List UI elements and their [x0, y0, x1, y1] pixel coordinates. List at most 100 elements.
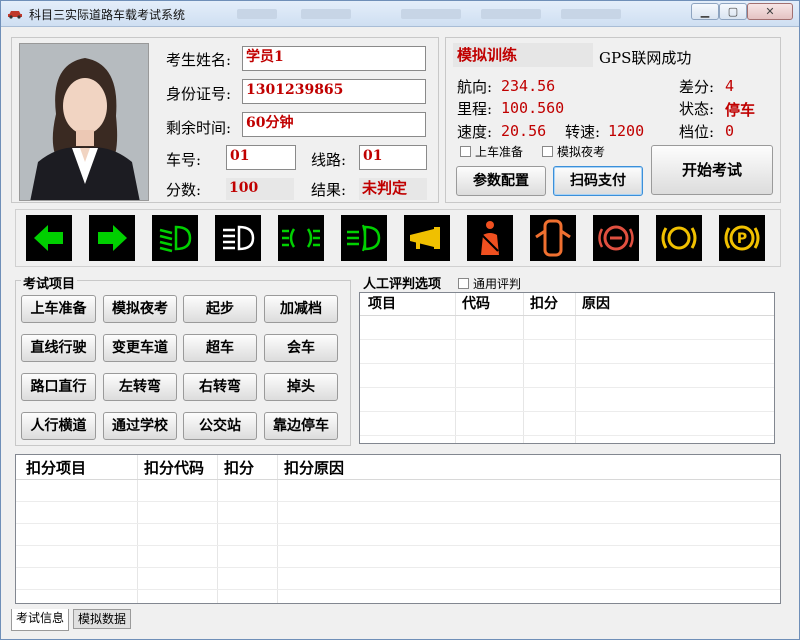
- row-divider: [16, 523, 780, 524]
- checkbox-box[interactable]: [542, 146, 553, 157]
- route-label: 线路:: [311, 151, 347, 169]
- mileage-label: 里程:: [457, 100, 493, 118]
- maximize-button[interactable]: ▢: [719, 3, 747, 20]
- name-label: 考生姓名:: [166, 51, 232, 69]
- car-number-label: 车号:: [166, 151, 202, 169]
- gps-status: GPS联网成功: [599, 49, 692, 67]
- brake-system-icon: [656, 215, 702, 261]
- title-ghost: [237, 9, 277, 19]
- column-divider: [217, 455, 218, 603]
- exam-item-button[interactable]: 起步: [183, 295, 257, 323]
- low-beam-icon: [152, 215, 198, 261]
- result-label: 结果:: [311, 181, 347, 199]
- rpm-value: 1200: [608, 122, 645, 140]
- tab-simulation-data[interactable]: 模拟数据: [73, 609, 132, 629]
- id-label: 身份证号:: [166, 85, 232, 103]
- general-judge-checkbox[interactable]: 通用评判: [458, 275, 521, 292]
- manual-judge-list[interactable]: 项目 代码 扣分 原因: [359, 292, 775, 444]
- parking-brake-icon: P: [719, 215, 765, 261]
- exam-item-button[interactable]: 加减档: [264, 295, 338, 323]
- exam-item-button[interactable]: 直线行驶: [21, 334, 96, 362]
- car-number-field[interactable]: 01: [226, 145, 296, 170]
- checkbox-box[interactable]: [458, 278, 469, 289]
- exam-item-button[interactable]: 左转弯: [103, 373, 177, 401]
- remaining-time-field[interactable]: 60分钟: [242, 112, 426, 137]
- seatbelt-icon: [467, 215, 513, 261]
- gear-value: 0: [725, 122, 735, 140]
- exam-item-button[interactable]: 模拟夜考: [103, 295, 177, 323]
- night-sim-checkbox[interactable]: 模拟夜考: [542, 143, 605, 160]
- heading-label: 航向:: [457, 78, 493, 96]
- route-field[interactable]: 01: [359, 145, 427, 170]
- right-turn-signal-icon: [89, 215, 135, 261]
- row-divider: [360, 435, 774, 436]
- exam-item-button[interactable]: 右转弯: [183, 373, 257, 401]
- exam-item-button[interactable]: 路口直行: [21, 373, 96, 401]
- pay-button[interactable]: 扫码支付: [553, 166, 643, 196]
- exam-item-button[interactable]: 超车: [183, 334, 257, 362]
- column-header[interactable]: 扣分: [526, 293, 558, 315]
- row-divider: [16, 545, 780, 546]
- column-header[interactable]: 原因: [578, 293, 610, 315]
- fog-light-icon: [341, 215, 387, 261]
- exam-item-button[interactable]: 会车: [264, 334, 338, 362]
- car-icon: [8, 11, 22, 19]
- minimize-icon: ▁: [700, 5, 710, 18]
- header-divider: [360, 315, 774, 316]
- result-value: 未判定: [359, 178, 427, 200]
- exam-item-button[interactable]: 靠边停车: [264, 412, 338, 440]
- row-divider: [360, 411, 774, 412]
- general-judge-checkbox-label: 通用评判: [473, 277, 522, 291]
- speed-label: 速度:: [457, 123, 493, 141]
- exam-items-label: 考试项目: [21, 273, 78, 292]
- exam-item-button[interactable]: 公交站: [183, 412, 257, 440]
- high-beam-icon: [215, 215, 261, 261]
- config-button[interactable]: 参数配置: [456, 166, 546, 196]
- exam-item-button[interactable]: 人行横道: [21, 412, 96, 440]
- exam-item-button[interactable]: 掉头: [264, 373, 338, 401]
- title-bar: 科目三实际道路车载考试系统 ▁ ▢ ✕: [1, 1, 799, 27]
- score-value: 100: [226, 178, 294, 200]
- brake-warning-icon: [593, 215, 639, 261]
- row-divider: [360, 387, 774, 388]
- state-value: 停车: [725, 101, 756, 119]
- start-exam-button[interactable]: 开始考试: [651, 145, 773, 195]
- row-divider: [360, 363, 774, 364]
- close-button[interactable]: ✕: [747, 3, 793, 20]
- column-divider: [137, 455, 138, 603]
- close-icon: ✕: [765, 5, 775, 18]
- minimize-button[interactable]: ▁: [691, 3, 719, 20]
- rpm-label: 转速:: [565, 123, 601, 141]
- tab-exam-info[interactable]: 考试信息: [11, 609, 70, 631]
- mileage-value: 100.560: [501, 99, 565, 117]
- row-divider: [360, 339, 774, 340]
- exam-item-button[interactable]: 变更车道: [103, 334, 177, 362]
- column-header[interactable]: 扣分代码: [140, 457, 204, 479]
- column-header[interactable]: 扣分原因: [280, 457, 344, 479]
- differential-value: 4: [725, 77, 735, 95]
- app-window: 科目三实际道路车载考试系统 ▁ ▢ ✕ 考生姓名: 学员1 身份证号: 1301…: [0, 0, 800, 640]
- window-title: 科目三实际道路车载考试系统: [29, 8, 186, 22]
- exam-item-button[interactable]: 上车准备: [21, 295, 96, 323]
- exam-item-button[interactable]: 通过学校: [103, 412, 177, 440]
- maximize-icon: ▢: [727, 5, 739, 18]
- name-field[interactable]: 学员1: [242, 46, 426, 71]
- score-label: 分数:: [166, 181, 202, 199]
- speed-value: 20.56: [501, 122, 547, 140]
- title-ghost: [561, 9, 621, 19]
- student-photo: [19, 43, 149, 201]
- column-header[interactable]: 代码: [458, 293, 490, 315]
- gear-label: 档位:: [679, 123, 715, 141]
- checkbox-box[interactable]: [460, 146, 471, 157]
- header-divider: [16, 479, 780, 480]
- state-label: 状态:: [679, 100, 715, 118]
- deduction-list[interactable]: 扣分项目 扣分代码 扣分 扣分原因: [15, 454, 781, 604]
- column-header[interactable]: 扣分项目: [22, 457, 86, 479]
- column-header[interactable]: 项目: [364, 293, 396, 315]
- indicator-bar: P: [15, 209, 781, 267]
- column-header[interactable]: 扣分: [220, 457, 254, 479]
- column-divider: [277, 455, 278, 603]
- heading-value: 234.56: [501, 77, 556, 95]
- boarding-checkbox[interactable]: 上车准备: [460, 143, 523, 160]
- id-field[interactable]: 1301239865: [242, 79, 426, 104]
